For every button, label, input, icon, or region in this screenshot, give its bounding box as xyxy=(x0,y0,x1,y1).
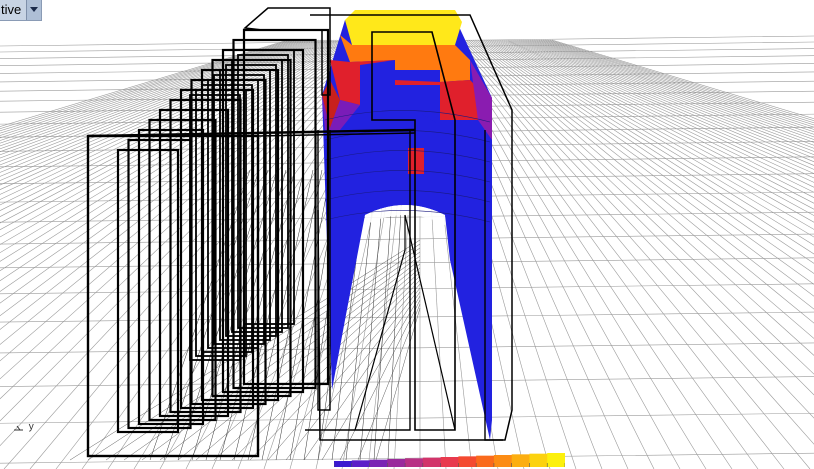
grid-line xyxy=(543,39,814,128)
frame-rect xyxy=(213,74,265,345)
world-axis-icon: y xyxy=(14,421,34,433)
grid-line xyxy=(0,39,370,330)
perspective-viewport[interactable]: tive y xyxy=(0,0,814,469)
grid-line xyxy=(0,39,337,200)
grid-line xyxy=(0,39,348,231)
grid-line xyxy=(0,39,350,238)
grid-line xyxy=(0,257,814,269)
grid-line xyxy=(0,39,335,195)
axis-y-label: y xyxy=(28,421,34,433)
grid-line xyxy=(512,39,814,170)
guide-line xyxy=(195,267,421,461)
viewport-title-tab[interactable]: tive xyxy=(0,0,43,21)
guide-line xyxy=(339,299,421,461)
grid-line xyxy=(0,376,814,387)
viewport-canvas[interactable] xyxy=(0,0,814,469)
grid-line xyxy=(551,39,814,120)
grid-line xyxy=(0,342,814,354)
grid-line xyxy=(516,39,814,163)
viewport-title[interactable]: tive xyxy=(0,0,26,20)
box-outline xyxy=(354,214,456,431)
grid-line xyxy=(0,39,330,186)
grid-line xyxy=(0,311,814,323)
grid-line xyxy=(529,39,814,143)
grid-line xyxy=(514,39,814,166)
chevron-down-icon[interactable] xyxy=(26,0,42,20)
legend-ticks xyxy=(334,463,565,467)
guide-line xyxy=(261,169,323,461)
grid-line xyxy=(525,39,814,149)
grid-line xyxy=(527,39,814,146)
grid-line xyxy=(0,412,814,424)
grid-line xyxy=(0,39,315,159)
frame-rect xyxy=(116,148,180,434)
grid-line xyxy=(448,39,759,469)
